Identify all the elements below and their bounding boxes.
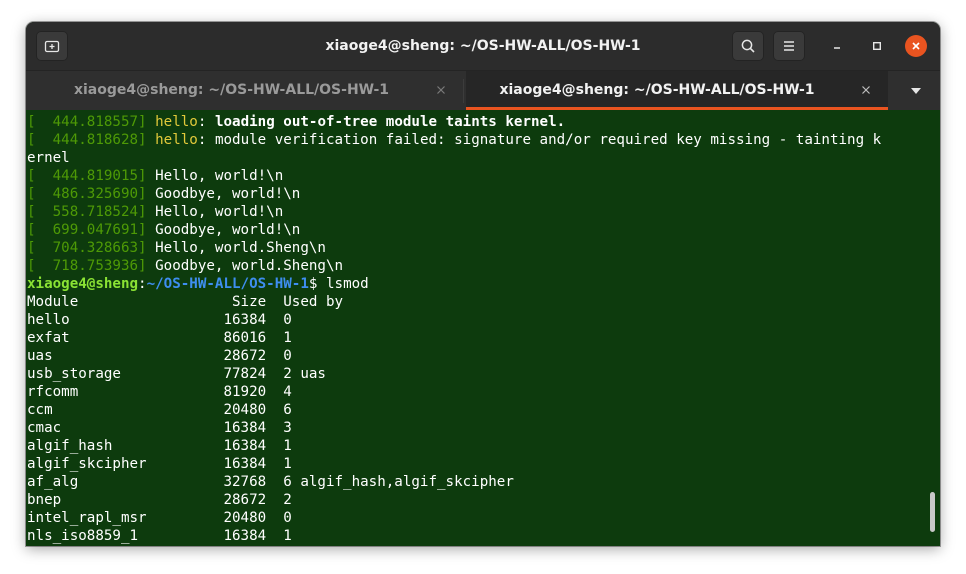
prompt-path: ~/OS-HW-ALL/OS-HW-1 [146,276,309,292]
terminal-line: nls_iso8859_1 16384 1 [27,527,881,545]
terminal-line: [ 704.328663] Hello, world.Sheng\n [27,239,881,257]
dmesg-timestamp: [ 486.325690] [27,186,147,202]
terminal-line: ernel [27,149,881,167]
dmesg-source: hello [155,132,198,148]
tab-list-button[interactable] [892,71,940,110]
lsmod-row: ccm 20480 6 [27,402,292,418]
tab-close-button[interactable] [858,82,874,98]
lsmod-row: algif_hash 16384 1 [27,438,292,454]
dmesg-source: hello [155,114,198,130]
close-window-button[interactable] [905,35,927,57]
header-bar: xiaoge4@sheng: ~/OS-HW-ALL/OS-HW-1 [26,22,940,70]
terminal-line: [ 486.325690] Goodbye, world!\n [27,185,881,203]
dmesg-message: Hello, world!\n [155,168,284,184]
lsmod-row: usb_storage 77824 2 uas [27,366,326,382]
search-button[interactable] [732,31,764,61]
terminal-line: exfat 86016 1 [27,329,881,347]
dmesg-timestamp: [ 558.718524] [27,204,147,220]
terminal-line: usb_storage 77824 2 uas [27,365,881,383]
terminal-line: hello 16384 0 [27,311,881,329]
prompt-user: xiaoge4@sheng [27,276,139,292]
lsmod-header: Module Size Used by [27,294,344,310]
tab-1[interactable]: xiaoge4@sheng: ~/OS-HW-ALL/OS-HW-1 [26,71,463,110]
terminal-line: cmac 16384 3 [27,419,881,437]
dmesg-timestamp: [ 444.819015] [27,168,147,184]
prompt-separator: : [138,276,147,292]
dmesg-message: module verification failed: signature an… [214,132,882,148]
terminal-line: rfcomm 81920 4 [27,383,881,401]
terminal-line: Module Size Used by [27,293,881,311]
lsmod-row: af_alg 32768 6 algif_hash,algif_skcipher [27,474,514,490]
tab-label: xiaoge4@sheng: ~/OS-HW-ALL/OS-HW-1 [73,82,390,98]
prompt-symbol: $ [308,276,326,292]
menu-button[interactable] [773,31,805,61]
dmesg-timestamp: [ 699.047691] [27,222,147,238]
terminal-output[interactable]: [ 444.818557] hello: loading out-of-tree… [26,110,940,546]
terminal-line: xiaoge4@sheng:~/OS-HW-ALL/OS-HW-1$ lsmod [27,275,881,293]
dmesg-message: Hello, world!\n [155,204,284,220]
lsmod-row: intel_rapl_msr 20480 0 [27,510,292,526]
dmesg-message: Hello, world.Sheng\n [155,240,326,256]
terminal-line: [ 718.753936] Goodbye, world.Sheng\n [27,257,881,275]
lsmod-row: hello 16384 0 [27,312,292,328]
lsmod-row: cmac 16384 3 [27,420,292,436]
tab-bar: xiaoge4@sheng: ~/OS-HW-ALL/OS-HW-1 xiaog… [26,70,940,110]
terminal-line: algif_hash 16384 1 [27,437,881,455]
maximize-icon [873,42,881,50]
tab-close-button[interactable] [433,82,449,98]
tab-label: xiaoge4@sheng: ~/OS-HW-ALL/OS-HW-1 [499,82,815,98]
terminal-text: [ 444.818557] hello: loading out-of-tree… [27,113,881,545]
hamburger-menu-icon [784,41,794,51]
tab-2[interactable]: xiaoge4@sheng: ~/OS-HW-ALL/OS-HW-1 [466,71,888,110]
close-icon [912,42,920,50]
dmesg-timestamp: [ 704.328663] [27,240,147,256]
terminal-line: [ 444.819015] Hello, world!\n [27,167,881,185]
dmesg-message: Goodbye, world!\n [155,222,301,238]
terminal-line: intel_rapl_msr 20480 0 [27,509,881,527]
tab-close-icon [437,86,445,94]
terminal-line: [ 699.047691] Goodbye, world!\n [27,221,881,239]
lsmod-row: rfcomm 81920 4 [27,384,292,400]
scrollbar[interactable] [930,492,935,532]
window-title: xiaoge4@sheng: ~/OS-HW-ALL/OS-HW-1 [325,38,641,54]
chevron-down-icon [911,87,921,94]
minimize-button[interactable] [825,34,849,58]
terminal-window: xiaoge4@sheng: ~/OS-HW-ALL/OS-HW-1 xiaog… [26,22,940,546]
lsmod-row: uas 28672 0 [27,348,292,364]
lsmod-row: bnep 28672 2 [27,492,292,508]
terminal-line: uas 28672 0 [27,347,881,365]
prompt-command: lsmod [325,276,369,292]
dmesg-timestamp: [ 718.753936] [27,258,147,274]
maximize-button[interactable] [865,34,889,58]
terminal-line: af_alg 32768 6 algif_hash,algif_skcipher [27,473,881,491]
terminal-line: bnep 28672 2 [27,491,881,509]
lsmod-row: algif_skcipher 16384 1 [27,456,292,472]
dmesg-message: Goodbye, world.Sheng\n [155,258,344,274]
dmesg-message-wrap: ernel [27,150,70,166]
new-tab-icon [44,40,60,53]
tab-separator [463,79,464,103]
minimize-icon [834,47,840,49]
dmesg-timestamp: [ 444.818628] [27,132,147,148]
terminal-line: [ 558.718524] Hello, world!\n [27,203,881,221]
new-tab-button[interactable] [36,31,68,61]
terminal-line: [ 444.818557] hello: loading out-of-tree… [27,114,566,130]
terminal-line: [ 444.818628] hello: module verification… [27,132,882,148]
lsmod-row: exfat 86016 1 [27,330,292,346]
search-icon [741,39,755,53]
terminal-line: ccm 20480 6 [27,401,881,419]
dmesg-timestamp: [ 444.818557] [27,114,147,130]
dmesg-message: loading out-of-tree module taints kernel… [214,114,566,130]
dmesg-message: Goodbye, world!\n [155,186,301,202]
terminal-line: algif_skcipher 16384 1 [27,455,881,473]
tab-close-icon [862,86,870,94]
lsmod-row: nls_iso8859_1 16384 1 [27,528,292,544]
